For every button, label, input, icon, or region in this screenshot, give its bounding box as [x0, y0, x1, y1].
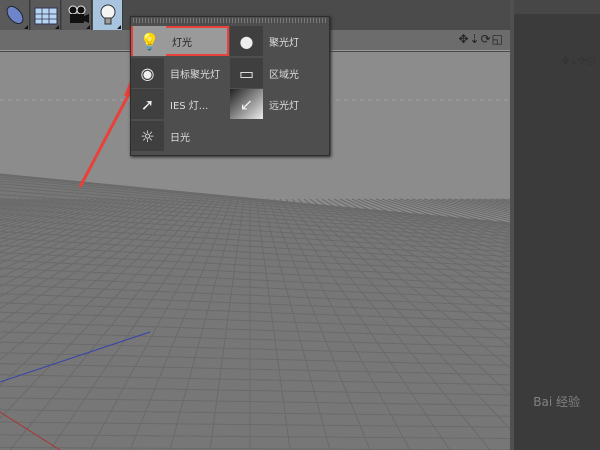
area-light-icon: ▭ — [230, 58, 263, 88]
menu-item-spot[interactable]: ● 聚光灯 — [230, 26, 328, 56]
camera-tool-button[interactable] — [62, 0, 92, 30]
menu-item-light[interactable]: 💡 灯光 — [131, 26, 229, 56]
ies-light-icon: ➚ — [131, 89, 164, 119]
lightbulb-icon: 💡 — [133, 26, 166, 56]
menu-item-sun[interactable]: ☼ 日光 — [131, 121, 229, 151]
infinite-light-icon: ↙ — [230, 89, 263, 119]
annotation-arrow — [78, 87, 134, 188]
spotlight-icon: ● — [230, 26, 263, 56]
menu-item-ies[interactable]: ➚ IES 灯... — [131, 89, 229, 119]
environment-tool-button[interactable] — [31, 0, 61, 30]
menu-item-infinite[interactable]: ↙ 远光灯 — [230, 89, 328, 119]
light-dropdown-menu: 💡 灯光 ◉ 目标聚光灯 ➚ IES 灯... ☼ 日光 ● 聚光灯 ▭ 区域光 ↙ 远光灯 — [130, 16, 330, 156]
watermark: Bai 经验 — [533, 395, 580, 409]
floor-grid-icon — [34, 7, 58, 25]
menu-item-area[interactable]: ▭ 区域光 — [230, 58, 328, 88]
viewport-nav-icons[interactable]: ✥⇣⟳◱ — [458, 32, 504, 46]
capsule-icon — [6, 5, 24, 25]
menu-item-target-spot[interactable]: ◉ 目标聚光灯 — [131, 58, 229, 88]
light-tool-button[interactable] — [93, 0, 123, 30]
sun-icon: ☼ — [131, 121, 164, 151]
right-panel: ✥⇣⟳◱ — [510, 0, 600, 450]
object-tool-button[interactable] — [0, 0, 30, 30]
target-spotlight-icon: ◉ — [131, 58, 164, 88]
camera-icon — [68, 5, 89, 23]
right-viewport-icons[interactable]: ✥⇣⟳◱ — [561, 56, 596, 67]
lightbulb-icon — [100, 4, 116, 25]
menu-grip[interactable] — [133, 18, 327, 23]
